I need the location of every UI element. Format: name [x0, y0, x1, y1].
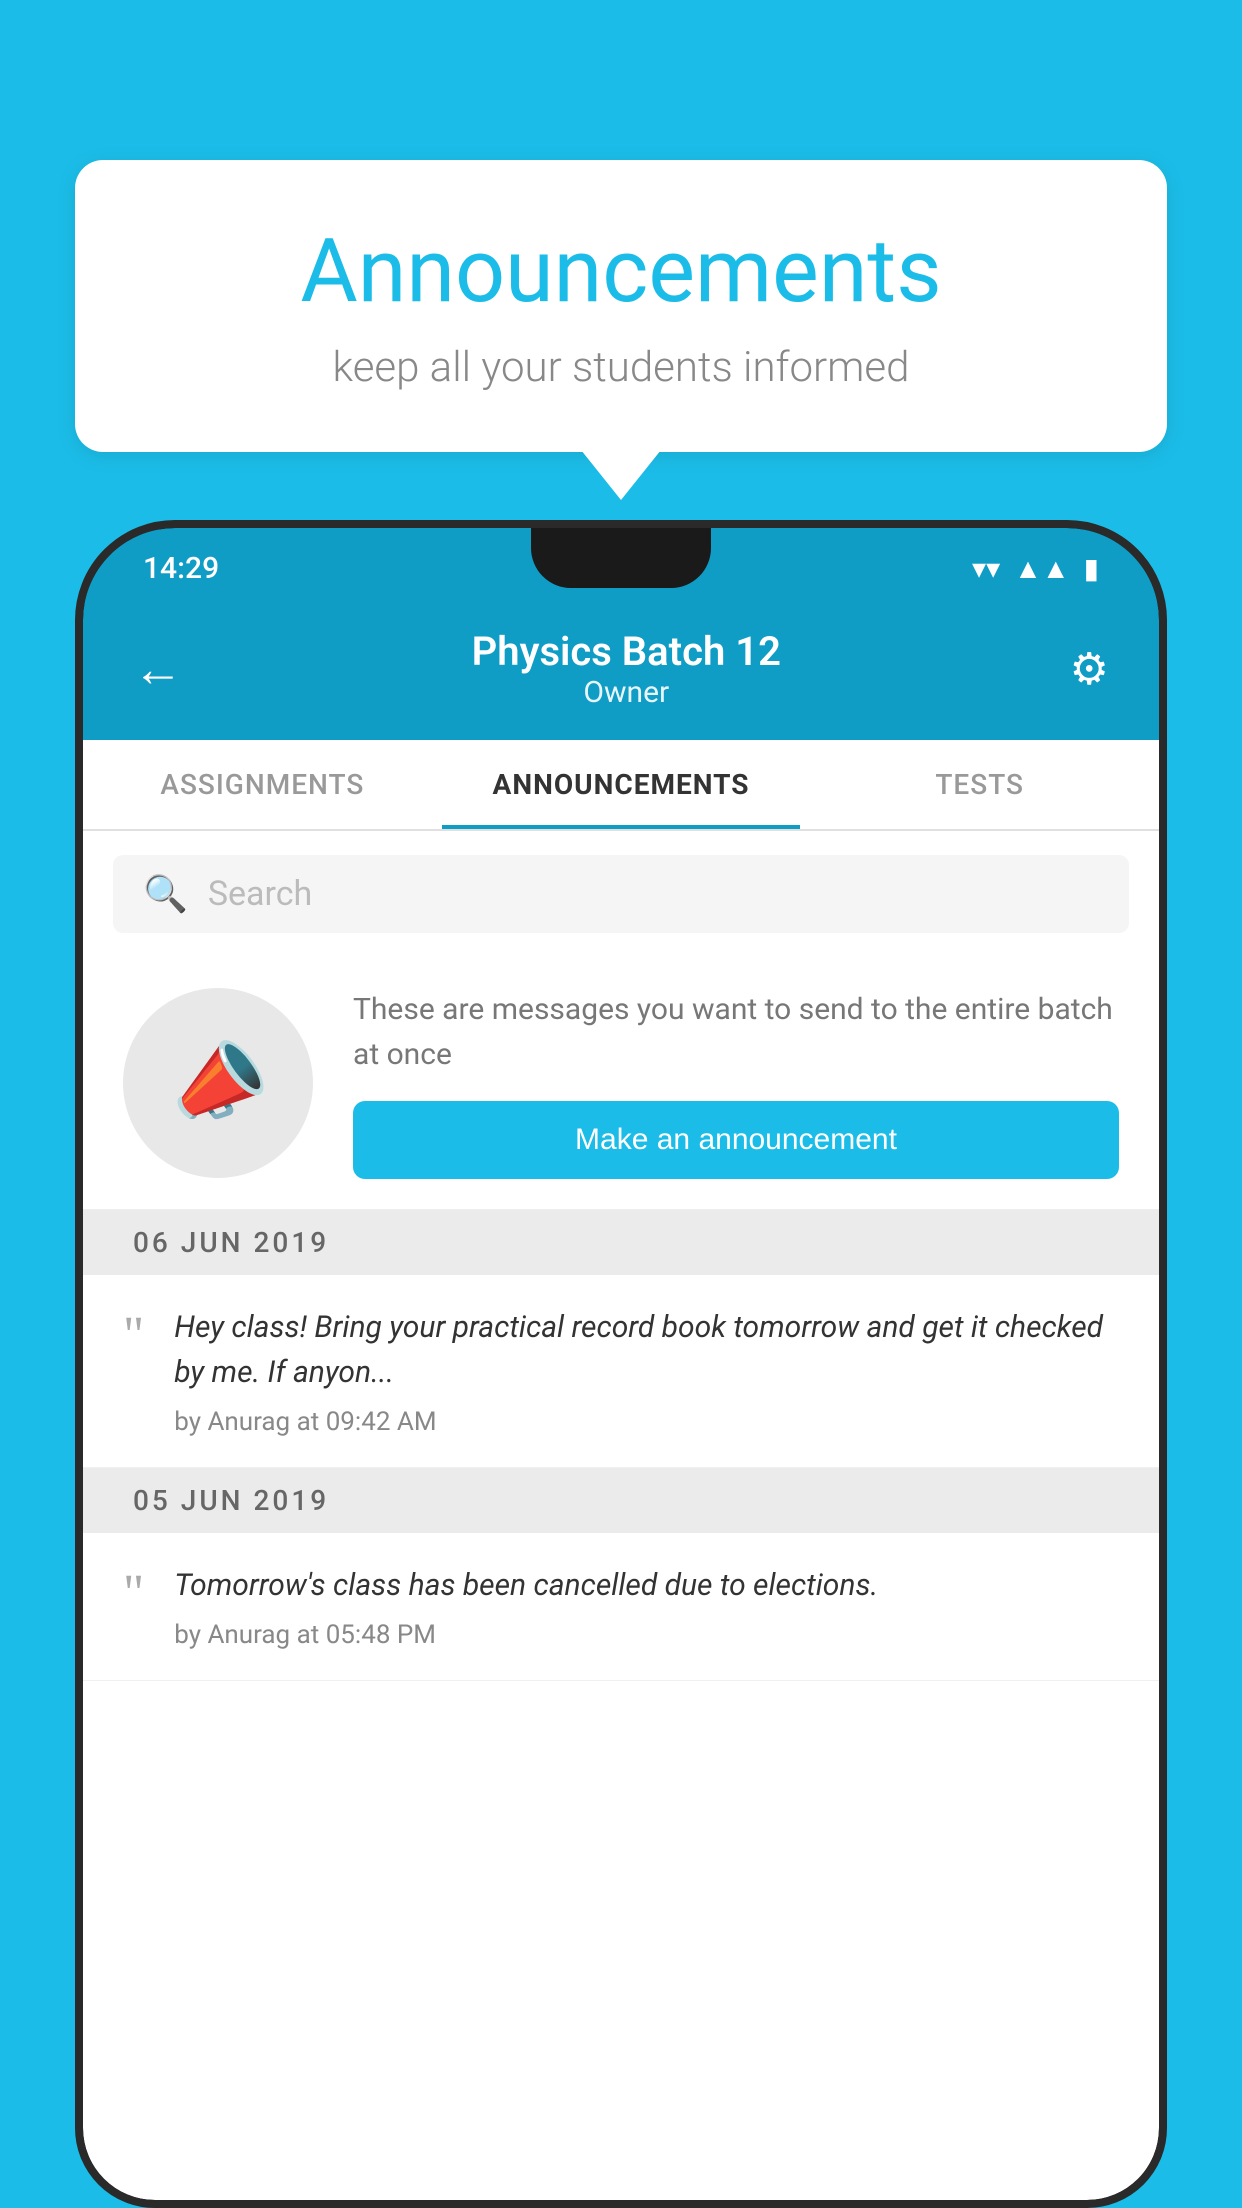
header-title-block: Physics Batch 12 Owner	[472, 628, 781, 710]
announcement-item-2: " Tomorrow's class has been cancelled du…	[83, 1533, 1159, 1681]
megaphone-icon: 📣	[158, 1025, 279, 1142]
status-bar: 14:29 ▾▾ ▲▲ ▮	[83, 528, 1159, 608]
announcement-item-1-meta: by Anurag at 09:42 AM	[174, 1407, 1119, 1437]
phone-screen: 14:29 ▾▾ ▲▲ ▮ ← Physics Batch 12 Owner ⚙	[83, 528, 1159, 2200]
phone-container: 14:29 ▾▾ ▲▲ ▮ ← Physics Batch 12 Owner ⚙	[75, 520, 1167, 2208]
announcement-item-2-text: Tomorrow's class has been cancelled due …	[174, 1563, 1119, 1608]
signal-icon: ▲▲	[1014, 552, 1069, 585]
phone-content: 🔍 Search 📣 These are messages you want t…	[83, 831, 1159, 2200]
make-announcement-button[interactable]: Make an announcement	[353, 1101, 1119, 1179]
date-separator-2: 05 JUN 2019	[83, 1468, 1159, 1533]
header-subtitle: Owner	[472, 675, 781, 710]
announcement-item-1-content: Hey class! Bring your practical record b…	[174, 1305, 1119, 1437]
announcement-prompt: 📣 These are messages you want to send to…	[83, 957, 1159, 1210]
tab-assignments[interactable]: ASSIGNMENTS	[83, 740, 442, 829]
announcement-item-1: " Hey class! Bring your practical record…	[83, 1275, 1159, 1468]
wifi-icon: ▾▾	[972, 552, 1000, 585]
phone-notch	[531, 528, 711, 588]
bubble-subtitle: keep all your students informed	[155, 343, 1087, 392]
announcement-item-2-content: Tomorrow's class has been cancelled due …	[174, 1563, 1119, 1650]
quote-icon-2: "	[123, 1563, 144, 1620]
app-header: ← Physics Batch 12 Owner ⚙	[83, 608, 1159, 740]
speech-bubble: Announcements keep all your students inf…	[75, 160, 1167, 452]
status-icons: ▾▾ ▲▲ ▮	[972, 552, 1099, 585]
search-icon: 🔍	[143, 873, 188, 915]
date-separator-1: 06 JUN 2019	[83, 1210, 1159, 1275]
back-button[interactable]: ←	[133, 640, 183, 699]
settings-icon[interactable]: ⚙	[1070, 643, 1109, 695]
announcement-icon-circle: 📣	[123, 988, 313, 1178]
bubble-title: Announcements	[155, 220, 1087, 323]
status-time: 14:29	[143, 551, 219, 586]
announcement-prompt-content: These are messages you want to send to t…	[353, 987, 1119, 1179]
speech-bubble-container: Announcements keep all your students inf…	[75, 160, 1167, 452]
search-placeholder: Search	[208, 874, 312, 914]
tab-tests[interactable]: TESTS	[800, 740, 1159, 829]
search-bar[interactable]: 🔍 Search	[113, 855, 1129, 933]
header-title: Physics Batch 12	[472, 628, 781, 675]
tabs-container: ASSIGNMENTS ANNOUNCEMENTS TESTS	[83, 740, 1159, 831]
phone-mockup: 14:29 ▾▾ ▲▲ ▮ ← Physics Batch 12 Owner ⚙	[75, 520, 1167, 2208]
battery-icon: ▮	[1084, 552, 1099, 585]
announcement-prompt-description: These are messages you want to send to t…	[353, 987, 1119, 1077]
tab-announcements[interactable]: ANNOUNCEMENTS	[442, 740, 801, 829]
announcement-item-2-meta: by Anurag at 05:48 PM	[174, 1620, 1119, 1650]
quote-icon-1: "	[123, 1305, 144, 1362]
announcement-item-1-text: Hey class! Bring your practical record b…	[174, 1305, 1119, 1395]
